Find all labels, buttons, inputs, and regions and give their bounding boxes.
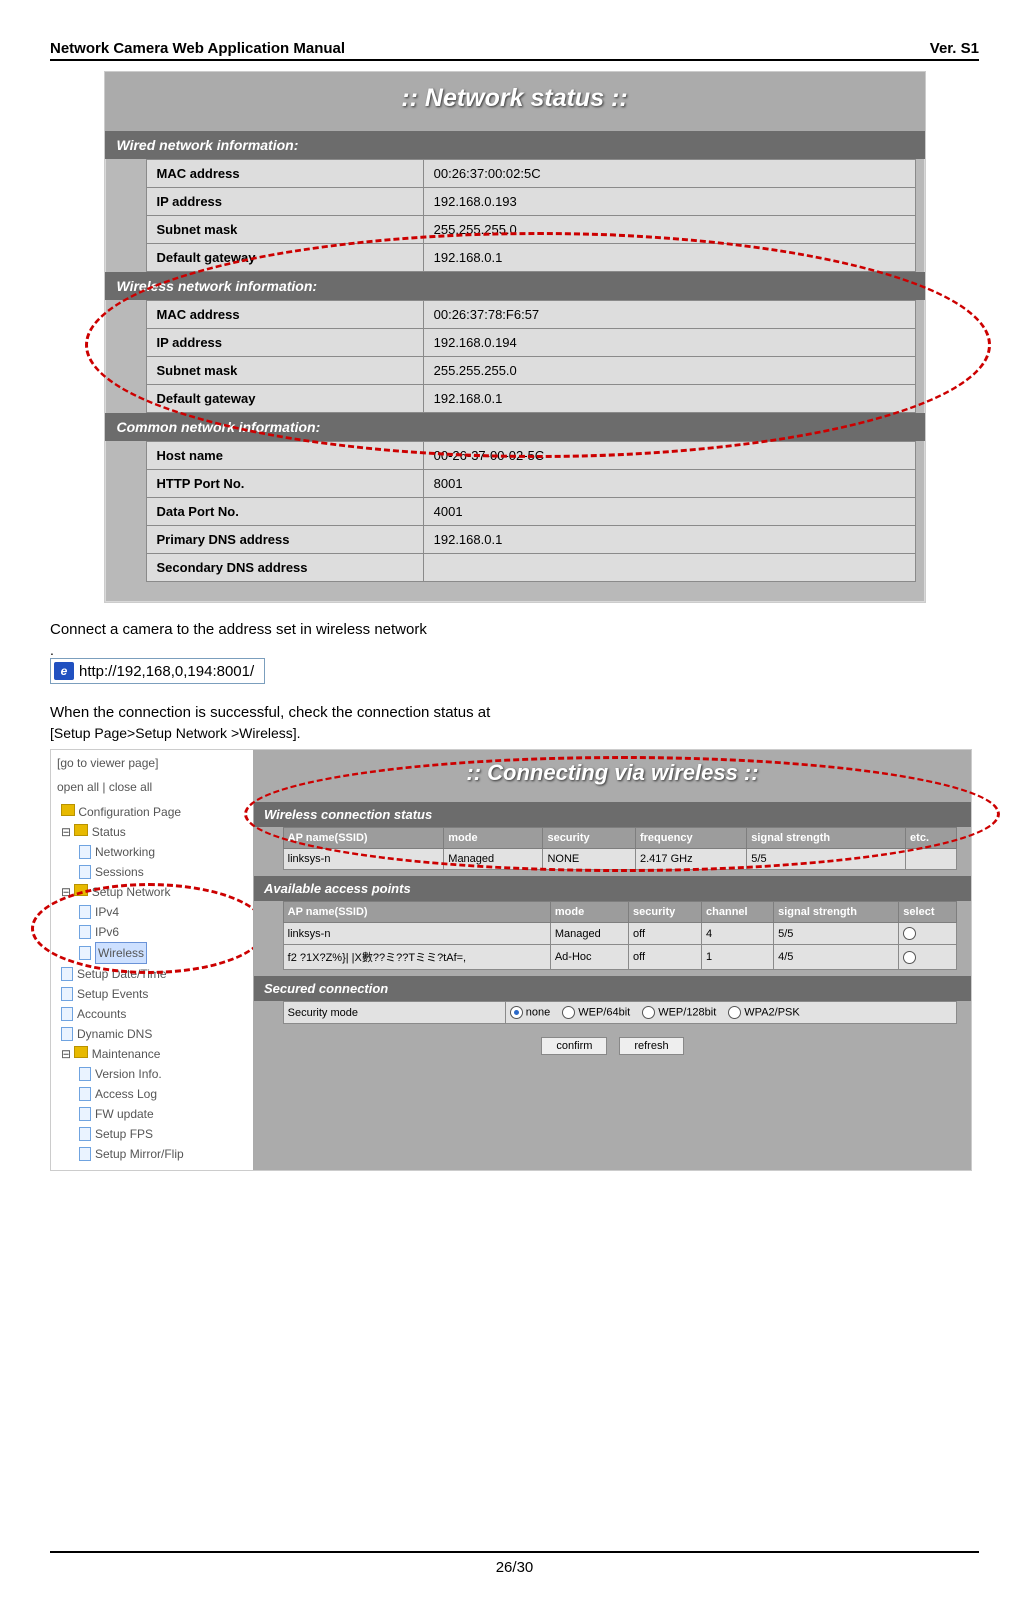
body-text: . bbox=[50, 642, 979, 658]
tree-status[interactable]: ⊟ Status bbox=[61, 822, 247, 842]
tree-maintenance[interactable]: ⊟ Maintenance bbox=[61, 1044, 247, 1064]
tree-item-mirror[interactable]: Setup Mirror/Flip bbox=[79, 1144, 247, 1164]
table-row: IP address192.168.0.193 bbox=[146, 188, 916, 216]
page-icon bbox=[61, 967, 73, 981]
browser-address-bar[interactable]: e http://192,168,0,194:8001/ bbox=[50, 658, 265, 684]
url-text: http://192,168,0,194:8001/ bbox=[79, 663, 254, 680]
table-row: Primary DNS address192.168.0.1 bbox=[146, 526, 916, 554]
folder-icon bbox=[74, 824, 88, 836]
table-row: f2 ?1X?Z%}| |X數??ミ??Tミミ?tAf=, Ad-Hoc off… bbox=[283, 945, 956, 970]
tree-item-version[interactable]: Version Info. bbox=[79, 1064, 247, 1084]
security-radio-wep128[interactable]: WEP/128bit bbox=[642, 1006, 716, 1019]
table-row: Security mode none WEP/64bit WEP/128bit … bbox=[283, 1002, 956, 1024]
page-icon bbox=[79, 905, 91, 919]
page-icon bbox=[79, 1107, 91, 1121]
table-row: linksys-n Managed off 4 5/5 bbox=[283, 923, 956, 945]
table-row: Host name00-26-37-00-02-5C bbox=[146, 442, 916, 470]
page-icon bbox=[79, 845, 91, 859]
select-radio[interactable] bbox=[899, 945, 956, 970]
security-radio-wpa2[interactable]: WPA2/PSK bbox=[728, 1006, 799, 1019]
table-row: linksys-n Managed NONE 2.417 GHz 5/5 bbox=[283, 849, 956, 870]
table-row: Subnet mask255.255.255.0 bbox=[146, 216, 916, 244]
go-to-viewer-link[interactable]: [go to viewer page] bbox=[57, 756, 247, 770]
common-table: Host name00-26-37-00-02-5C HTTP Port No.… bbox=[146, 441, 917, 582]
open-close-all-link[interactable]: open all | close all bbox=[57, 780, 247, 794]
conn-status-header: Wireless connection status bbox=[254, 802, 971, 827]
page-icon bbox=[79, 946, 91, 960]
secured-table: Security mode none WEP/64bit WEP/128bit … bbox=[283, 1001, 957, 1024]
aps-table: AP name(SSID) mode security channel sign… bbox=[283, 901, 957, 970]
tree-item-fwupdate[interactable]: FW update bbox=[79, 1104, 247, 1124]
folder-icon bbox=[74, 884, 88, 896]
body-text: When the connection is successful, check… bbox=[50, 704, 979, 721]
tree-item-datetime[interactable]: Setup Date/Time bbox=[61, 964, 247, 984]
security-radio-wep64[interactable]: WEP/64bit bbox=[562, 1006, 630, 1019]
page-icon bbox=[79, 1067, 91, 1081]
table-row: MAC address00:26:37:00:02:5C bbox=[146, 160, 916, 188]
aps-header: Available access points bbox=[254, 876, 971, 901]
page-icon bbox=[79, 1127, 91, 1141]
tree-item-accesslog[interactable]: Access Log bbox=[79, 1084, 247, 1104]
page-number: 26/30 bbox=[496, 1559, 534, 1576]
page-icon bbox=[79, 1147, 91, 1161]
table-row: Secondary DNS address bbox=[146, 554, 916, 582]
tree-setup-network[interactable]: ⊟ Setup Network bbox=[61, 882, 247, 902]
tree-item-ddns[interactable]: Dynamic DNS bbox=[61, 1024, 247, 1044]
body-text: Connect a camera to the address set in w… bbox=[50, 621, 979, 638]
table-row: HTTP Port No.8001 bbox=[146, 470, 916, 498]
select-radio[interactable] bbox=[899, 923, 956, 945]
tree-item-ipv4[interactable]: IPv4 bbox=[79, 902, 247, 922]
ie-icon: e bbox=[54, 662, 74, 680]
table-row: Subnet mask255.255.255.0 bbox=[146, 357, 916, 385]
tree-item-accounts[interactable]: Accounts bbox=[61, 1004, 247, 1024]
doc-version: Ver. S1 bbox=[930, 40, 979, 57]
table-row: Data Port No.4001 bbox=[146, 498, 916, 526]
network-status-title: :: Network status :: bbox=[105, 72, 925, 131]
table-row: IP address192.168.0.194 bbox=[146, 329, 916, 357]
confirm-button[interactable]: confirm bbox=[541, 1037, 607, 1055]
wireless-page-screenshot: [go to viewer page] open all | close all… bbox=[50, 749, 972, 1171]
body-text: [Setup Page>Setup Network >Wireless]. bbox=[50, 725, 979, 741]
wired-header: Wired network information: bbox=[105, 131, 925, 159]
folder-icon bbox=[74, 1046, 88, 1058]
page-icon bbox=[79, 1087, 91, 1101]
page-icon bbox=[61, 987, 73, 1001]
wired-table: MAC address00:26:37:00:02:5C IP address1… bbox=[146, 159, 917, 272]
tree-item-events[interactable]: Setup Events bbox=[61, 984, 247, 1004]
page-icon bbox=[61, 1007, 73, 1021]
wireless-table: MAC address00:26:37:78:F6:57 IP address1… bbox=[146, 300, 917, 413]
network-status-screenshot: :: Network status :: Wired network infor… bbox=[104, 71, 926, 603]
nav-tree: Configuration Page ⊟ Status Networking S… bbox=[57, 802, 247, 1164]
folder-icon bbox=[61, 804, 75, 816]
page-icon bbox=[79, 865, 91, 879]
doc-title: Network Camera Web Application Manual bbox=[50, 40, 345, 57]
security-radio-none[interactable]: none bbox=[510, 1006, 550, 1019]
refresh-button[interactable]: refresh bbox=[619, 1037, 683, 1055]
tree-item-fps[interactable]: Setup FPS bbox=[79, 1124, 247, 1144]
conn-status-table: AP name(SSID) mode security frequency si… bbox=[283, 827, 957, 870]
wireless-header: Wireless network information: bbox=[105, 272, 925, 300]
table-row: Default gateway192.168.0.1 bbox=[146, 244, 916, 272]
tree-item-ipv6[interactable]: IPv6 bbox=[79, 922, 247, 942]
tree-item-networking[interactable]: Networking bbox=[79, 842, 247, 862]
tree-item-sessions[interactable]: Sessions bbox=[79, 862, 247, 882]
common-header: Common network information: bbox=[105, 413, 925, 441]
tree-item-wireless[interactable]: Wireless bbox=[79, 942, 247, 964]
tree-root[interactable]: Configuration Page bbox=[61, 802, 247, 822]
page-icon bbox=[79, 925, 91, 939]
table-row: MAC address00:26:37:78:F6:57 bbox=[146, 301, 916, 329]
table-row: Default gateway192.168.0.1 bbox=[146, 385, 916, 413]
wireless-title: :: Connecting via wireless :: bbox=[254, 750, 971, 796]
config-sidebar: [go to viewer page] open all | close all… bbox=[51, 750, 253, 1170]
page-icon bbox=[61, 1027, 73, 1041]
secured-header: Secured connection bbox=[254, 976, 971, 1001]
wireless-main: :: Connecting via wireless :: Wireless c… bbox=[253, 750, 971, 1170]
